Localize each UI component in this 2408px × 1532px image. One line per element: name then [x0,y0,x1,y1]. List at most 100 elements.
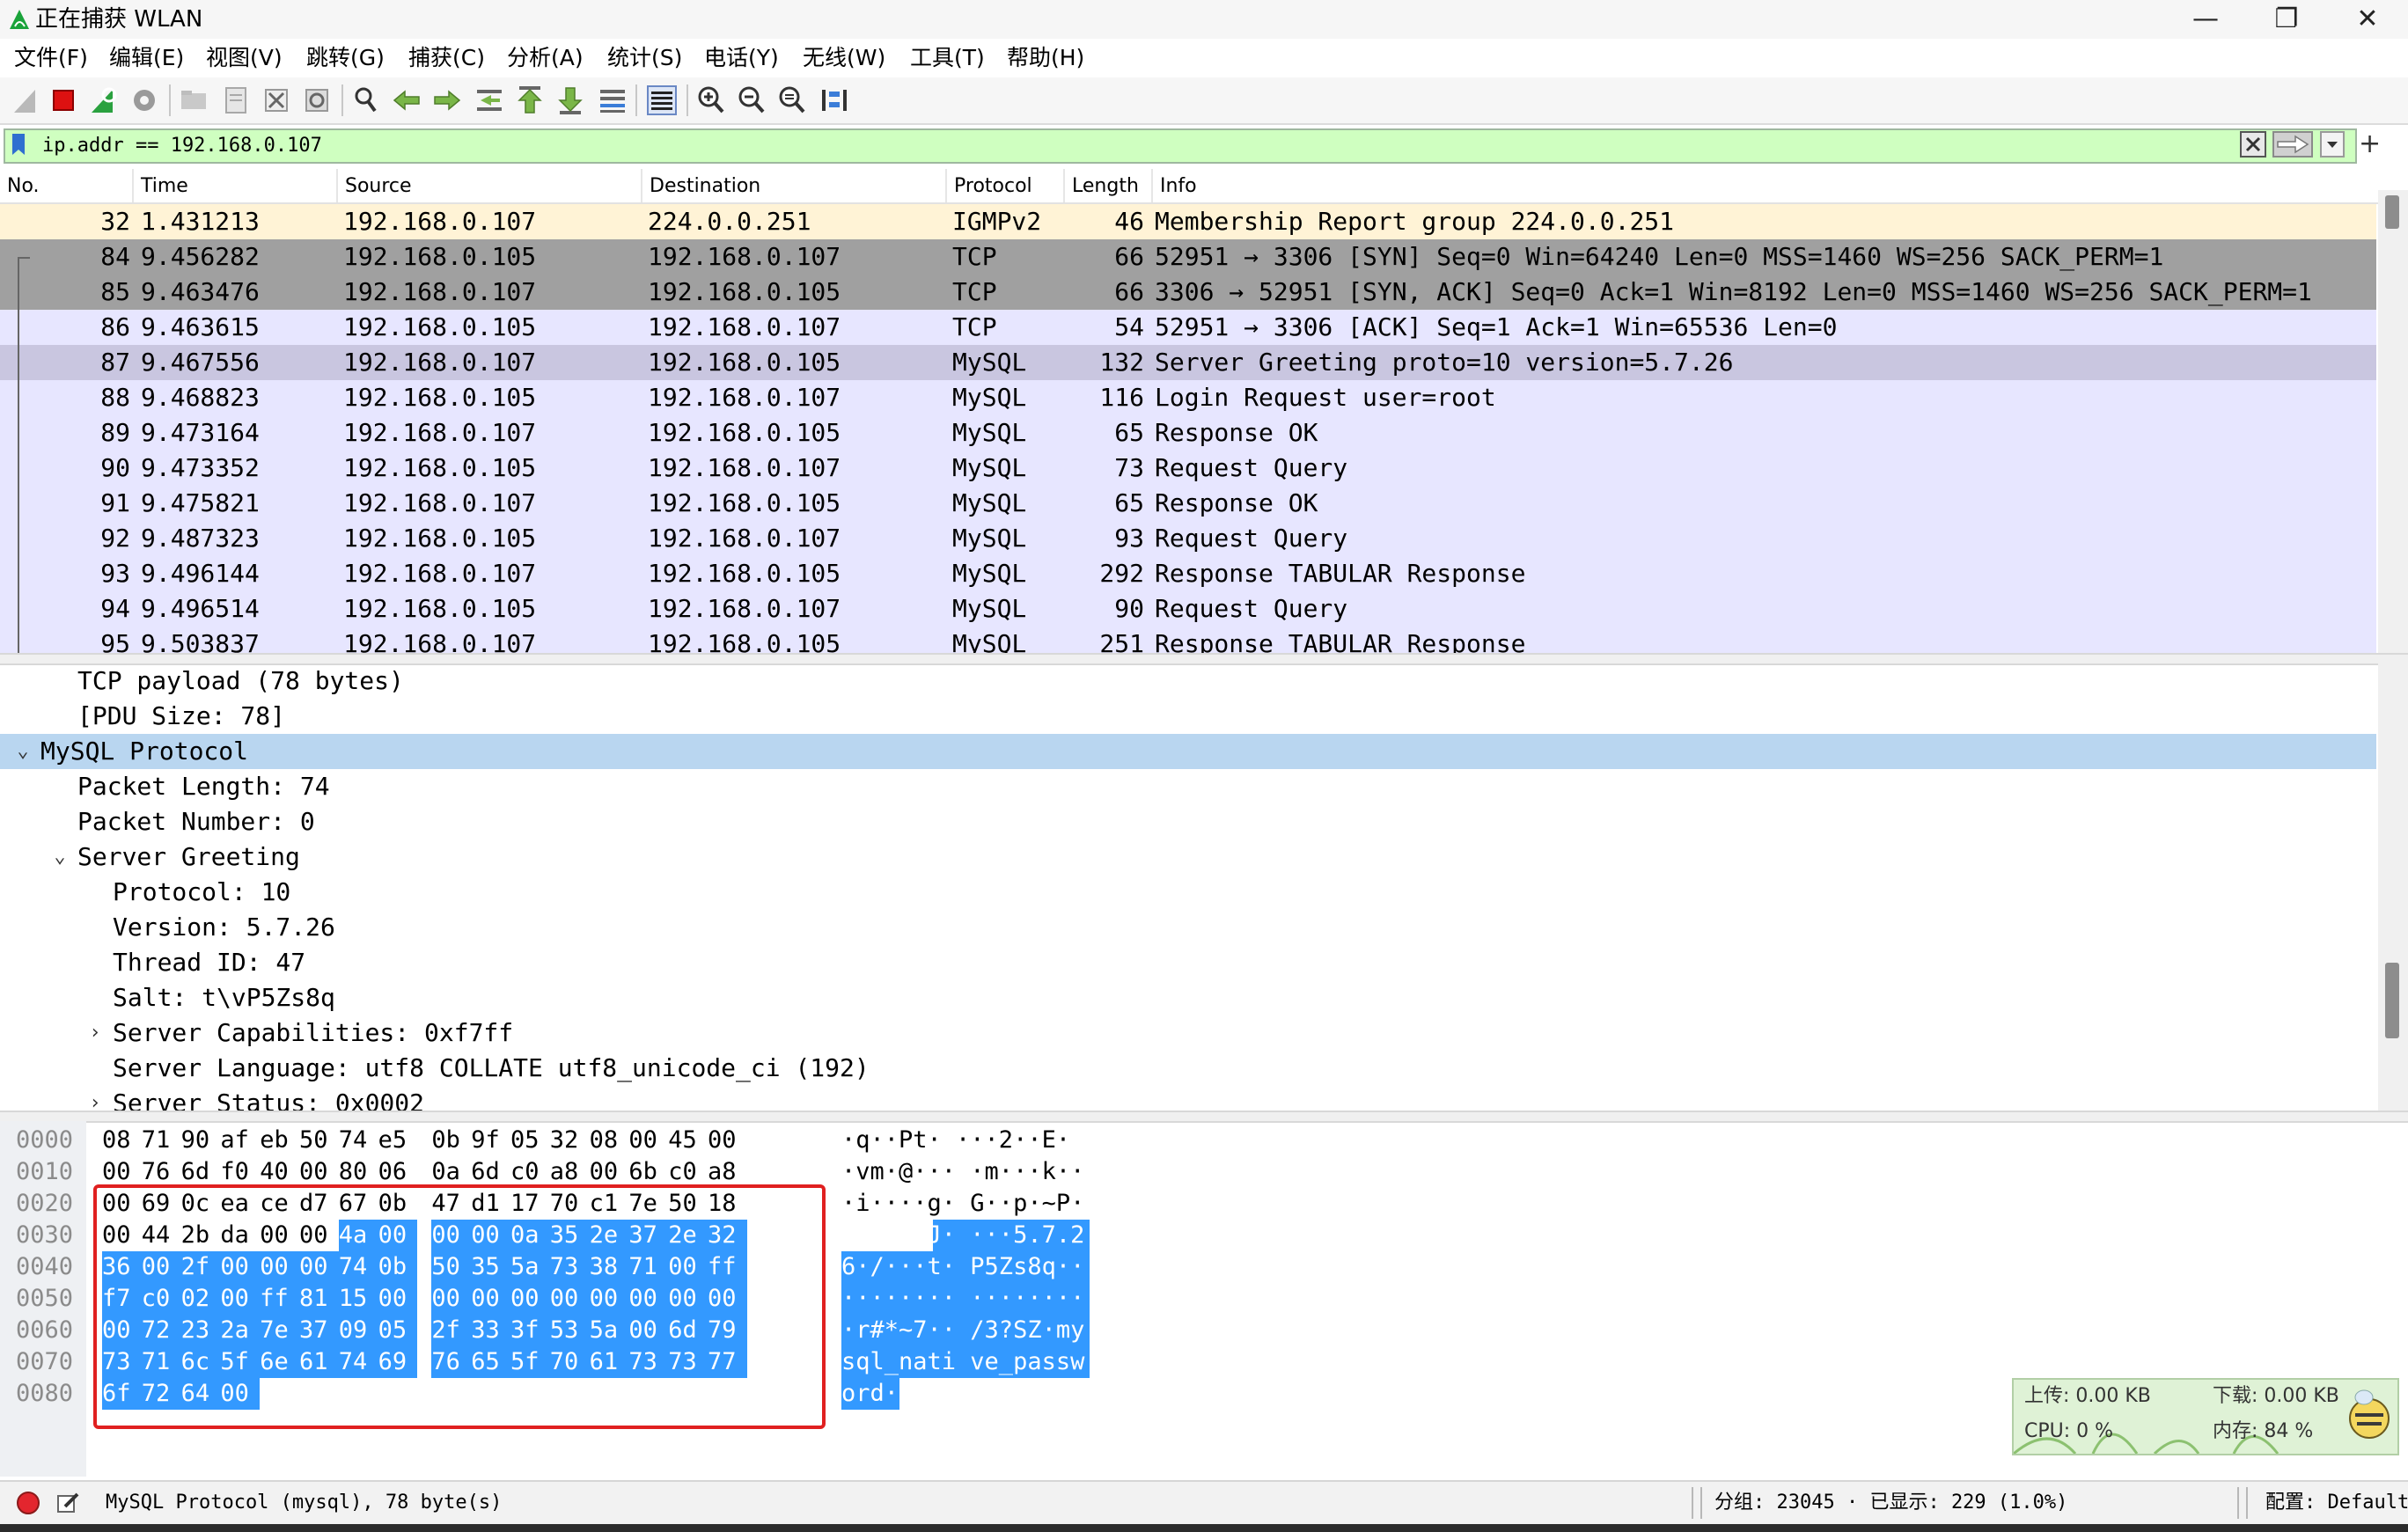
filter-history-chevron-down-icon[interactable] [2320,131,2345,158]
menu-statistics[interactable]: 统计(S) [607,44,682,72]
hex-byte[interactable]: 00 [708,1125,747,1156]
hex-byte[interactable]: 00 [628,1125,668,1156]
hex-byte[interactable]: 08 [102,1125,142,1156]
menu-file[interactable]: 文件(F) [14,44,88,72]
hex-ascii[interactable]: ·D+···J· ···5.7.2 [841,1220,1084,1251]
hex-byte[interactable]: 00 [590,1156,629,1188]
detail-tree-row[interactable]: Server Language: utf8 COLLATE utf8_unico… [0,1051,2376,1086]
zoom-out-icon[interactable] [734,83,769,118]
hex-byte[interactable]: 71 [142,1125,181,1156]
hex-byte[interactable]: 6d [471,1156,510,1188]
stop-capture-icon[interactable] [46,83,81,118]
collapse-chevron-right-icon[interactable]: › [84,1086,106,1111]
hex-byte[interactable]: 0b [431,1125,471,1156]
detail-tree-row[interactable]: Packet Length: 74 [0,769,2376,804]
display-filter-input[interactable] [42,128,2225,162]
detail-tree-row[interactable]: Salt: t\vP5Zs8q [0,980,2376,1015]
hex-byte[interactable]: 40 [260,1156,299,1188]
hex-byte[interactable]: 45 [668,1125,708,1156]
detail-tree-row[interactable]: Thread ID: 47 [0,945,2376,980]
packet-row[interactable]: 86 9.463615 192.168.0.105 192.168.0.107 TCP 5… [0,310,2376,345]
filter-clear-icon[interactable] [2240,131,2266,158]
detail-tree-row[interactable]: ⌄ MySQL Protocol [0,734,2376,769]
packet-details-scrollbar[interactable] [2378,663,2408,1111]
find-packet-icon[interactable] [349,83,384,118]
go-forward-icon[interactable] [429,83,465,118]
hex-ascii[interactable]: ·vm·@··· ·m···k·· [841,1156,1084,1188]
capture-status-icon[interactable] [16,1491,40,1515]
go-back-icon[interactable] [389,83,424,118]
hex-ascii[interactable]: ord· [841,1378,899,1410]
status-profile[interactable]: 配置: Default [2265,1489,2408,1517]
hex-byte[interactable]: 00 [299,1156,339,1188]
first-packet-icon[interactable] [512,83,547,118]
hex-ascii[interactable]: ·i····g· G··p·~P· [841,1188,1084,1220]
column-header-protocol[interactable]: Protocol [945,169,1063,202]
packet-row[interactable]: 93 9.496144 192.168.0.107 192.168.0.105 MySQ… [0,556,2376,591]
hex-byte[interactable]: 32 [550,1125,590,1156]
maximize-button[interactable]: ❐ [2246,0,2327,39]
save-file-icon[interactable] [218,83,253,118]
normal-size-icon[interactable] [775,83,810,118]
menu-telephony[interactable]: 电话(Y) [704,44,779,72]
hex-byte[interactable]: 05 [510,1125,550,1156]
expand-chevron-down-icon[interactable]: ⌄ [12,734,33,769]
zoom-in-icon[interactable] [694,83,729,118]
hex-byte[interactable]: 6b [628,1156,668,1188]
menu-go[interactable]: 跳转(G) [306,44,385,72]
packet-row[interactable]: 88 9.468823 192.168.0.105 192.168.0.107 MySQ… [0,380,2376,415]
hex-byte[interactable]: a8 [550,1156,590,1188]
detail-tree-row[interactable]: › Server Status: 0x0002 [0,1086,2376,1111]
hex-ascii[interactable]: sql_nati ve_passw [841,1346,1084,1378]
menu-help[interactable]: 帮助(H) [1007,44,1084,72]
column-header-length[interactable]: Length [1063,169,1151,202]
hex-byte[interactable]: 80 [339,1156,378,1188]
detail-tree-row[interactable]: [PDU Size: 78] [0,699,2376,734]
menu-edit[interactable]: 编辑(E) [109,44,184,72]
packet-row[interactable]: 84 9.456282 192.168.0.105 192.168.0.107 TCP 6… [0,239,2376,275]
colorize-icon[interactable] [644,83,679,118]
hex-byte[interactable]: 90 [181,1125,221,1156]
hex-byte[interactable]: f0 [220,1156,260,1188]
expand-chevron-down-icon[interactable]: ⌄ [49,839,70,875]
add-filter-button[interactable]: + [2359,128,2381,160]
hex-byte[interactable]: 06 [378,1156,418,1188]
minimize-button[interactable]: — [2165,0,2246,39]
restart-capture-icon[interactable] [86,83,121,118]
detail-tree-row[interactable]: Version: 5.7.26 [0,910,2376,945]
packet-list-scrollbar[interactable] [2378,190,2408,653]
packet-row[interactable]: 90 9.473352 192.168.0.105 192.168.0.107 MySQ… [0,451,2376,486]
column-header-destination[interactable]: Destination [641,169,945,202]
hex-byte[interactable]: e5 [378,1125,418,1156]
reload-file-icon[interactable] [299,83,334,118]
expert-info-edit-icon[interactable] [55,1489,81,1515]
collapse-chevron-right-icon[interactable]: › [84,1015,106,1051]
menu-view[interactable]: 视图(V) [206,44,283,72]
go-to-packet-icon[interactable] [472,83,507,118]
filter-bookmark-icon[interactable] [11,133,26,156]
column-header-time[interactable]: Time [132,169,336,202]
detail-tree-row[interactable]: ⌄ Server Greeting [0,839,2376,875]
auto-scroll-icon[interactable] [595,83,630,118]
detail-tree-row[interactable]: TCP payload (78 bytes) [0,663,2376,699]
hex-byte[interactable]: 00 [102,1156,142,1188]
last-packet-icon[interactable] [553,83,588,118]
packet-row[interactable]: 32 1.431213 192.168.0.107 224.0.0.251 IGMPv2… [0,204,2376,239]
hex-byte[interactable]: af [220,1125,260,1156]
column-header-info[interactable]: Info [1151,169,2378,202]
menu-tools[interactable]: 工具(T) [910,44,985,72]
packet-row[interactable]: 89 9.473164 192.168.0.107 192.168.0.105 MySQ… [0,415,2376,451]
detail-tree-row[interactable]: Protocol: 10 [0,875,2376,910]
hex-byte[interactable]: c0 [668,1156,708,1188]
hex-byte[interactable]: c0 [510,1156,550,1188]
packet-row[interactable]: 87 9.467556 192.168.0.107 192.168.0.105 MySQ… [0,345,2376,380]
close-button[interactable]: ✕ [2327,0,2408,39]
menu-capture[interactable]: 捕获(C) [408,44,485,72]
packet-row[interactable]: 85 9.463476 192.168.0.107 192.168.0.105 TCP 6… [0,275,2376,310]
hex-ascii[interactable]: 6·/···t· P5Zs8q·· [841,1251,1084,1283]
hex-byte[interactable]: 6d [181,1156,221,1188]
column-header-no[interactable]: No. [0,169,132,202]
resize-columns-icon[interactable] [817,83,852,118]
packet-list-scroll-thumb[interactable] [2385,195,2399,229]
hex-byte[interactable]: eb [260,1125,299,1156]
